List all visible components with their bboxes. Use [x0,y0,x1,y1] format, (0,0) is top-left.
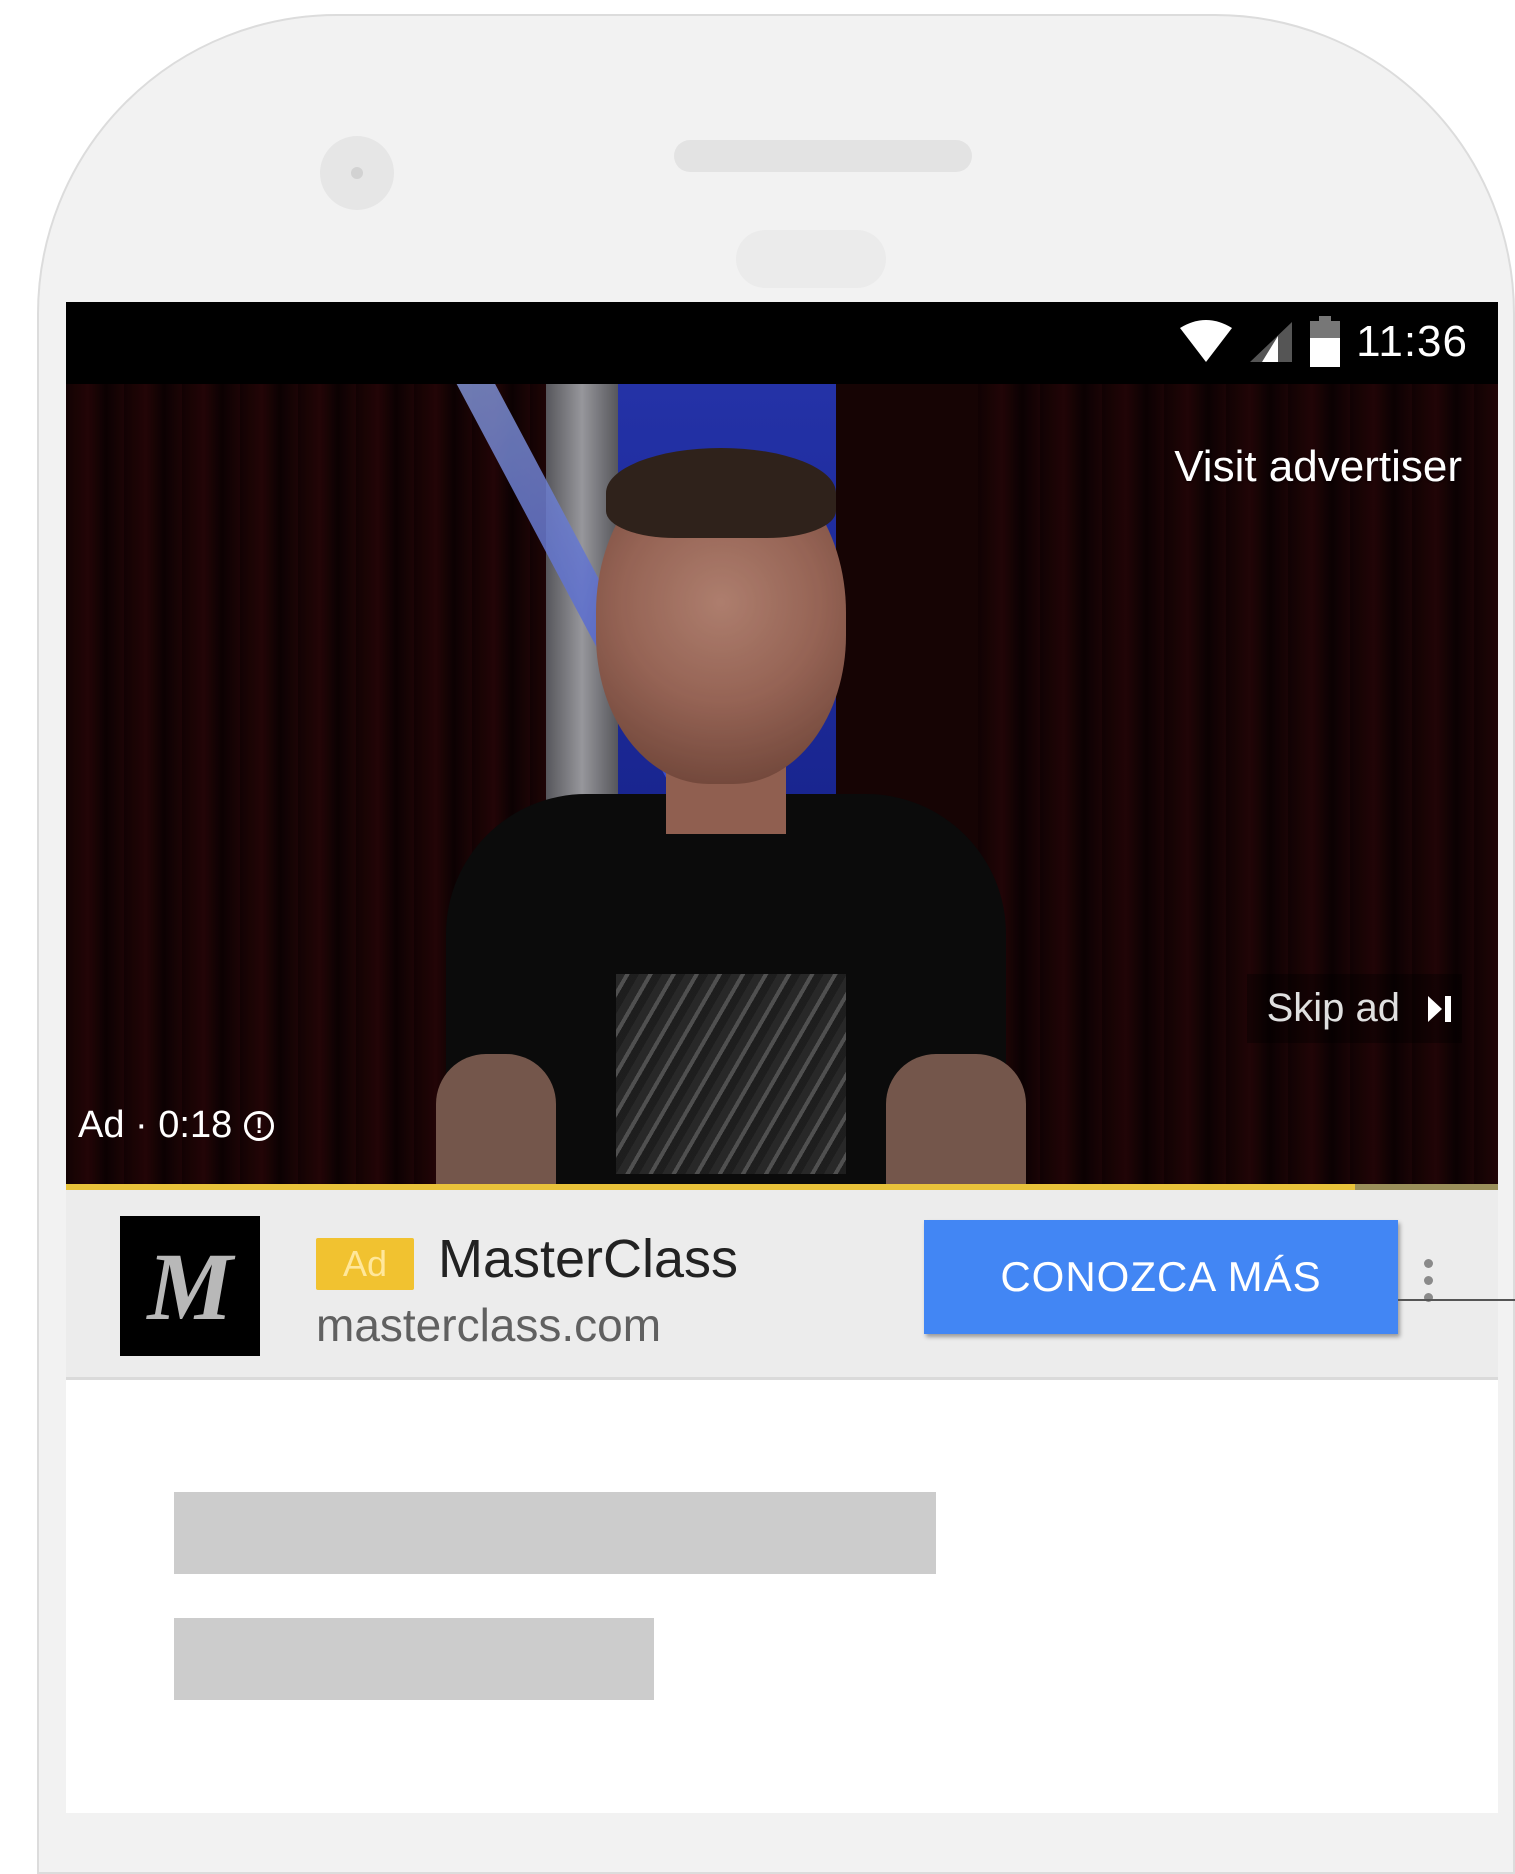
proximity-sensor [736,230,886,288]
advertiser-logo[interactable]: M [120,1216,260,1356]
ad-timer: Ad · 0:18 ! [78,1104,275,1147]
advertiser-url[interactable]: masterclass.com [316,1298,661,1352]
skip-next-icon [1428,995,1451,1022]
skip-ad-button[interactable]: Skip ad [1246,974,1462,1043]
ad-info-bar: M Ad MasterClass masterclass.com CONOZCA… [66,1190,1498,1380]
phone-screen: 11:36 Visit advertiser Skip ad Ad · 0:18… [66,302,1498,1813]
skip-ad-label: Skip ad [1266,986,1400,1030]
status-icons: 11:36 [1178,316,1468,368]
skeleton-line [174,1618,654,1700]
conozca-mas-button[interactable]: CONOZCA MÁS [924,1220,1398,1334]
status-bar: 11:36 [66,302,1498,384]
wifi-icon [1180,320,1233,362]
front-camera [320,136,394,210]
video-overlay [66,384,1498,1184]
visit-advertiser-link[interactable]: Visit advertiser [1174,442,1462,492]
info-icon[interactable]: ! [244,1110,275,1141]
ad-timer-label: Ad · 0:18 [78,1104,233,1146]
ad-video-player[interactable]: Visit advertiser Skip ad Ad · 0:18 ! [66,384,1498,1184]
skeleton-line [174,1492,936,1574]
battery-icon [1310,316,1341,367]
callout-line [1398,1299,1515,1301]
ad-badge: Ad [316,1238,414,1290]
advertiser-logo-letter: M [147,1232,233,1340]
advertiser-name[interactable]: MasterClass [438,1228,738,1290]
earpiece-speaker [674,140,972,172]
cellular-signal-icon [1250,322,1293,362]
page-content-placeholder [66,1380,1498,1813]
status-time: 11:36 [1356,317,1468,366]
more-options-icon[interactable] [1408,1240,1448,1320]
